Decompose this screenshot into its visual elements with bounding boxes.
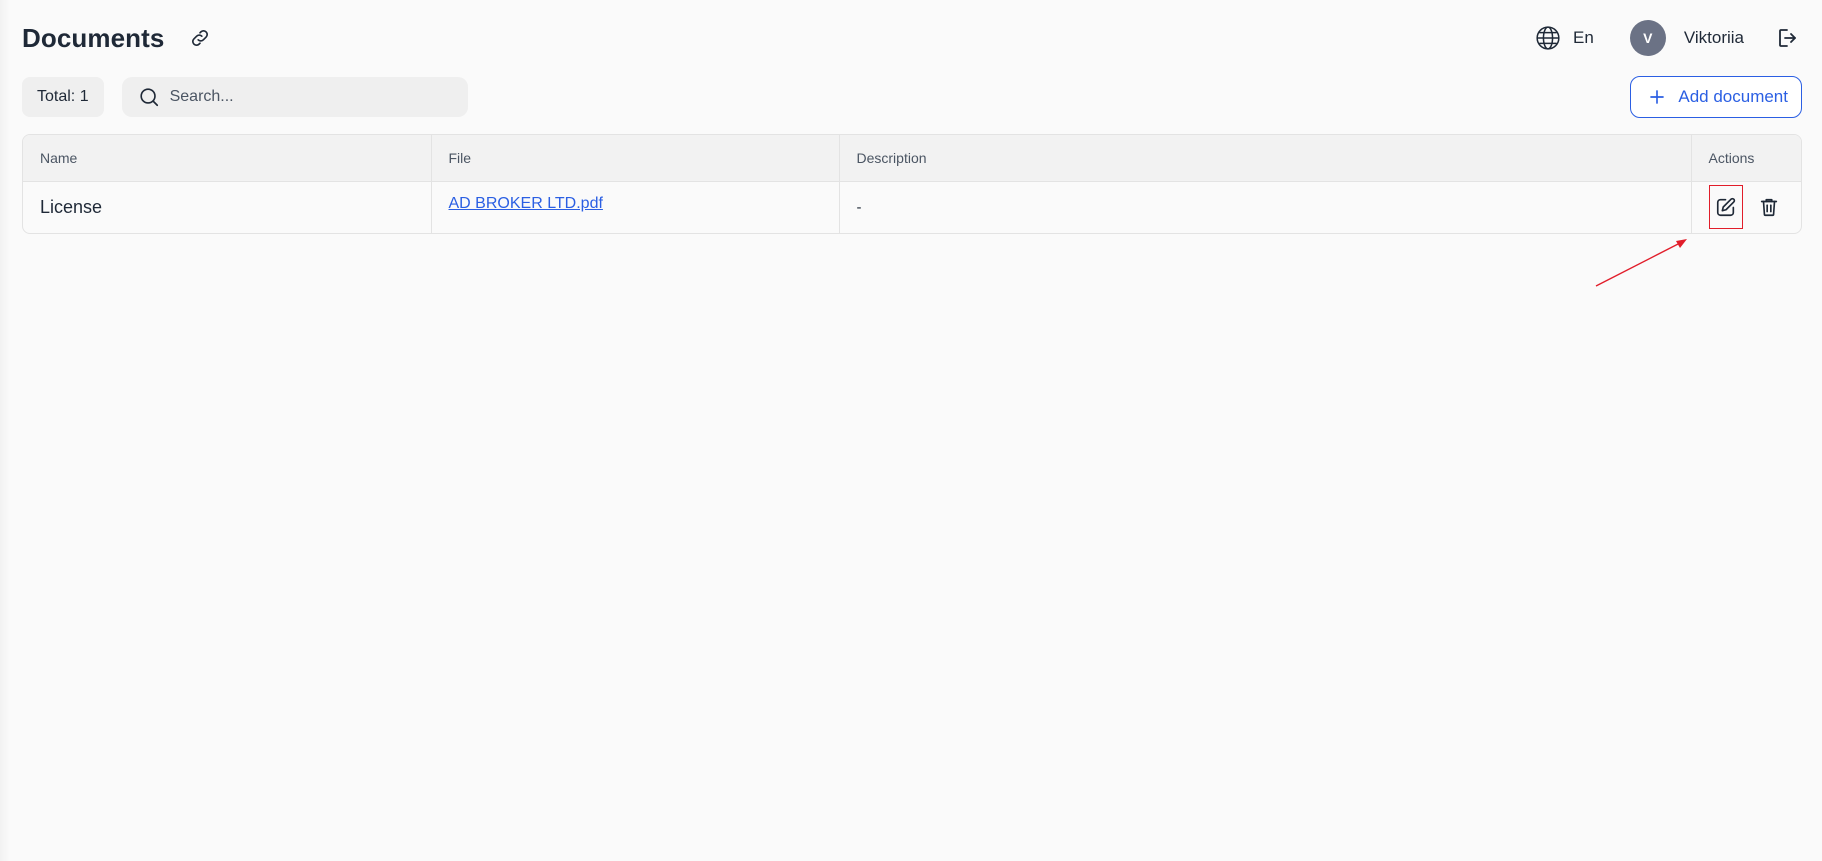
column-header-actions: Actions	[1691, 135, 1801, 182]
column-header-name[interactable]: Name	[23, 135, 432, 182]
document-file-link[interactable]: AD BROKER LTD.pdf	[449, 195, 603, 212]
page-title: Documents	[22, 22, 165, 53]
avatar: V	[1629, 20, 1666, 56]
add-document-label: Add document	[1678, 87, 1788, 106]
annotation-arrow	[1595, 239, 1687, 287]
delete-document-button[interactable]	[1751, 185, 1786, 229]
document-actions-cell	[1691, 181, 1801, 233]
logout-icon	[1779, 29, 1796, 47]
search-icon	[139, 88, 158, 107]
toolbar: Total: 1 Add document	[22, 76, 1802, 118]
document-file-cell: AD BROKER LTD.pdf	[431, 181, 840, 233]
total-count-badge: Total: 1	[22, 77, 104, 117]
documents-page: Documents En V Viktoriia Total: 1 Search…	[0, 0, 1822, 861]
search-input[interactable]	[169, 88, 452, 106]
search-box[interactable]	[121, 77, 468, 117]
document-name-cell: License	[23, 181, 432, 233]
logout-button[interactable]	[1774, 24, 1802, 52]
user-name: Viktoriia	[1683, 28, 1744, 47]
column-header-description[interactable]: Description	[839, 135, 1692, 182]
page-header: Documents En V Viktoriia	[22, 0, 1802, 76]
edit-document-button[interactable]	[1708, 185, 1744, 230]
header-actions: En V Viktoriia	[1535, 20, 1802, 56]
copy-link-button[interactable]	[186, 24, 214, 52]
edit-icon	[1716, 198, 1736, 217]
language-switcher[interactable]: En	[1535, 25, 1594, 51]
table-header-row: Name File Description Actions	[23, 135, 1801, 182]
row-actions	[1708, 185, 1787, 230]
link-icon	[192, 30, 209, 46]
language-label: En	[1573, 28, 1594, 47]
user-menu[interactable]: V Viktoriia	[1629, 20, 1744, 56]
trash-icon	[1760, 199, 1777, 217]
toolbar-left: Total: 1	[22, 77, 468, 117]
plus-icon	[1650, 90, 1665, 104]
globe-icon	[1536, 26, 1560, 50]
table-row: License AD BROKER LTD.pdf -	[23, 181, 1801, 233]
column-header-file[interactable]: File	[431, 135, 840, 182]
document-description-cell: -	[839, 181, 1692, 233]
add-document-button[interactable]: Add document	[1630, 76, 1802, 118]
documents-table: Name File Description Actions License AD…	[22, 134, 1802, 234]
title-group: Documents	[22, 23, 214, 54]
